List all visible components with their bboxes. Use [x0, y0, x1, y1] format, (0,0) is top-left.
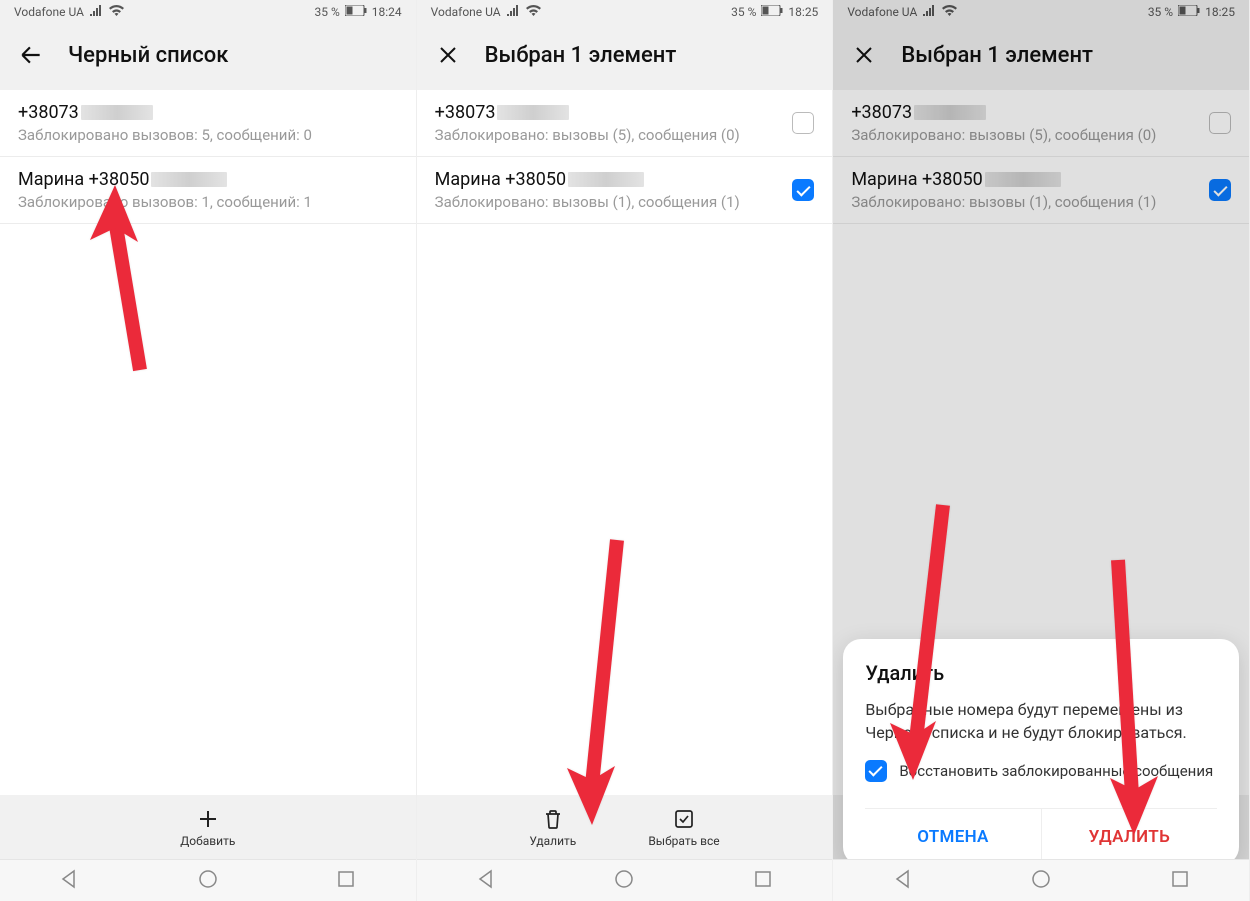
nav-home-icon[interactable]: [614, 869, 634, 893]
delete-label: Удалить: [529, 834, 576, 848]
status-bar: Vodafone UA 35 % 18:24: [0, 0, 416, 20]
bottom-toolbar: Удалить Выбрать все: [417, 795, 833, 859]
back-icon[interactable]: [18, 42, 44, 68]
dialog-checkbox-row[interactable]: Восстановить заблокированные сообщения: [865, 760, 1217, 782]
page-title: Черный список: [68, 43, 228, 68]
nav-back-icon[interactable]: [476, 869, 496, 893]
blacklist-row[interactable]: Марина +38050 Заблокировано: вызовы (1),…: [417, 157, 833, 224]
row-number: Марина +38050: [18, 169, 149, 190]
screen-2: Vodafone UA 35 % 18:25 Выбран 1 элемент …: [417, 0, 834, 901]
page-title: Выбран 1 элемент: [485, 43, 677, 68]
restore-checkbox[interactable]: [865, 760, 887, 782]
select-all-button[interactable]: Выбрать все: [648, 807, 719, 848]
battery-icon: [1178, 5, 1200, 19]
cancel-button[interactable]: ОТМЕНА: [865, 809, 1041, 865]
nav-home-icon[interactable]: [198, 869, 218, 893]
row-status: Заблокировано: вызовы (1), сообщения (1): [435, 193, 815, 211]
row-status: Заблокировано вызовов: 5, сообщений: 0: [18, 126, 398, 144]
row-status: Заблокировано: вызовы (5), сообщения (0): [851, 126, 1231, 144]
masked-number: [497, 105, 569, 120]
battery-label: 35 %: [1148, 5, 1173, 19]
battery-label: 35 %: [731, 5, 756, 19]
android-navbar: [0, 859, 416, 901]
nav-recent-icon[interactable]: [1170, 869, 1190, 893]
close-icon[interactable]: [851, 42, 877, 68]
dialog-message: Выбранные номера будут перемещены из Чер…: [865, 699, 1217, 744]
header: Выбран 1 элемент: [417, 20, 833, 90]
status-bar: Vodafone UA 35 % 18:25: [833, 0, 1249, 20]
row-checkbox[interactable]: [792, 179, 814, 201]
row-status: Заблокировано: вызовы (5), сообщения (0): [435, 126, 815, 144]
bottom-toolbar: Добавить: [0, 795, 416, 859]
android-navbar: [833, 859, 1249, 901]
add-label: Добавить: [180, 834, 235, 848]
blacklist-row[interactable]: +38073 Заблокировано вызовов: 5, сообщен…: [0, 90, 416, 157]
delete-dialog: Удалить Выбранные номера будут перемещен…: [843, 639, 1239, 865]
masked-number: [568, 172, 644, 187]
header: Выбран 1 элемент: [833, 20, 1249, 90]
masked-number: [81, 105, 153, 120]
signal-icon: [507, 5, 520, 19]
wifi-icon: [942, 5, 957, 19]
time-label: 18:25: [788, 5, 818, 19]
dialog-title: Удалить: [865, 661, 1217, 685]
row-status: Заблокировано вызовов: 1, сообщений: 1: [18, 193, 398, 211]
blacklist-row[interactable]: +38073 Заблокировано: вызовы (5), сообще…: [833, 90, 1249, 157]
carrier-label: Vodafone UA: [431, 5, 501, 19]
nav-recent-icon[interactable]: [753, 869, 773, 893]
row-number: +38073: [435, 102, 496, 123]
delete-button[interactable]: Удалить: [529, 807, 576, 848]
nav-back-icon[interactable]: [893, 869, 913, 893]
select-all-label: Выбрать все: [648, 834, 719, 848]
blacklist-row[interactable]: Марина +38050 Заблокировано вызовов: 1, …: [0, 157, 416, 224]
blacklist-row[interactable]: +38073 Заблокировано: вызовы (5), сообще…: [417, 90, 833, 157]
confirm-delete-button[interactable]: УДАЛИТЬ: [1042, 809, 1217, 865]
row-status: Заблокировано: вызовы (1), сообщения (1): [851, 193, 1231, 211]
battery-icon: [761, 5, 783, 19]
status-bar: Vodafone UA 35 % 18:25: [417, 0, 833, 20]
row-checkbox[interactable]: [1209, 179, 1231, 201]
content-area: +38073 Заблокировано: вызовы (5), сообще…: [417, 90, 833, 901]
content-area: +38073 Заблокировано вызовов: 5, сообщен…: [0, 90, 416, 901]
android-navbar: [417, 859, 833, 901]
restore-checkbox-label: Восстановить заблокированные сообщения: [899, 762, 1213, 780]
close-icon[interactable]: [435, 42, 461, 68]
nav-home-icon[interactable]: [1031, 869, 1051, 893]
masked-number: [914, 105, 986, 120]
row-number: Марина +38050: [435, 169, 566, 190]
nav-recent-icon[interactable]: [336, 869, 356, 893]
time-label: 18:24: [372, 5, 402, 19]
wifi-icon: [526, 5, 541, 19]
carrier-label: Vodafone UA: [847, 5, 917, 19]
row-number: +38073: [851, 102, 912, 123]
screen-1: Vodafone UA 35 % 18:24 Черный список +38…: [0, 0, 417, 901]
row-number: +38073: [18, 102, 79, 123]
row-checkbox[interactable]: [792, 112, 814, 134]
masked-number: [985, 172, 1061, 187]
battery-icon: [345, 5, 367, 19]
nav-back-icon[interactable]: [59, 869, 79, 893]
blacklist-row[interactable]: Марина +38050 Заблокировано: вызовы (1),…: [833, 157, 1249, 224]
row-number: Марина +38050: [851, 169, 982, 190]
time-label: 18:25: [1205, 5, 1235, 19]
dialog-actions: ОТМЕНА УДАЛИТЬ: [865, 808, 1217, 865]
battery-label: 35 %: [315, 5, 340, 19]
wifi-icon: [109, 5, 124, 19]
add-button[interactable]: Добавить: [180, 807, 235, 848]
header: Черный список: [0, 20, 416, 90]
carrier-label: Vodafone UA: [14, 5, 84, 19]
row-checkbox[interactable]: [1209, 112, 1231, 134]
masked-number: [151, 172, 227, 187]
signal-icon: [923, 5, 936, 19]
page-title: Выбран 1 элемент: [901, 43, 1093, 68]
signal-icon: [90, 5, 103, 19]
screen-3: Vodafone UA 35 % 18:25 Выбран 1 элемент …: [833, 0, 1250, 901]
